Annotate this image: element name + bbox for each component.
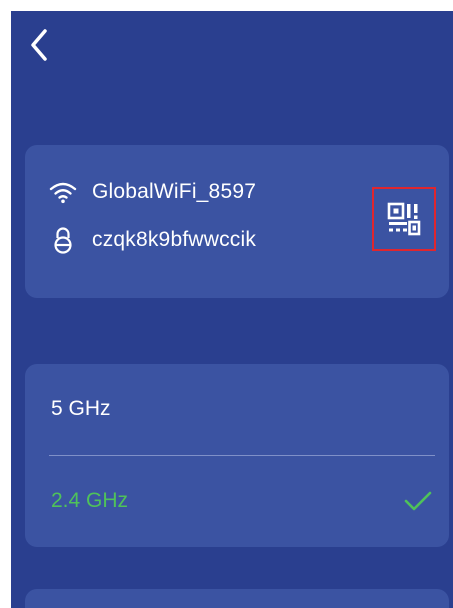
- band-option-5ghz[interactable]: 5 GHz: [25, 364, 449, 454]
- password-value: czqk8k9bfwwccik: [92, 228, 257, 251]
- band-selection-card: 5 GHz 2.4 GHz: [25, 364, 449, 547]
- wifi-settings-screen: GlobalWiFi_8597 czqk8k9bfwwccik 5 GHz 2.…: [11, 11, 453, 608]
- checkmark-icon: [404, 491, 432, 511]
- qr-code-icon: [387, 202, 421, 236]
- lock-icon: [49, 226, 77, 254]
- band-label: 5 GHz: [51, 397, 111, 420]
- chevron-left-icon: [31, 29, 47, 61]
- settings-card-partial: [25, 589, 449, 608]
- ssid-row: GlobalWiFi_8597: [49, 175, 256, 209]
- qr-code-button[interactable]: [372, 187, 436, 251]
- band-option-2-4ghz[interactable]: 2.4 GHz: [25, 456, 449, 546]
- band-label: 2.4 GHz: [51, 489, 129, 512]
- ssid-value: GlobalWiFi_8597: [92, 180, 257, 203]
- password-row: czqk8k9bfwwccik: [49, 223, 256, 257]
- back-button[interactable]: [25, 25, 55, 65]
- wifi-info-card: GlobalWiFi_8597 czqk8k9bfwwccik: [25, 145, 449, 298]
- wifi-icon: [49, 178, 77, 206]
